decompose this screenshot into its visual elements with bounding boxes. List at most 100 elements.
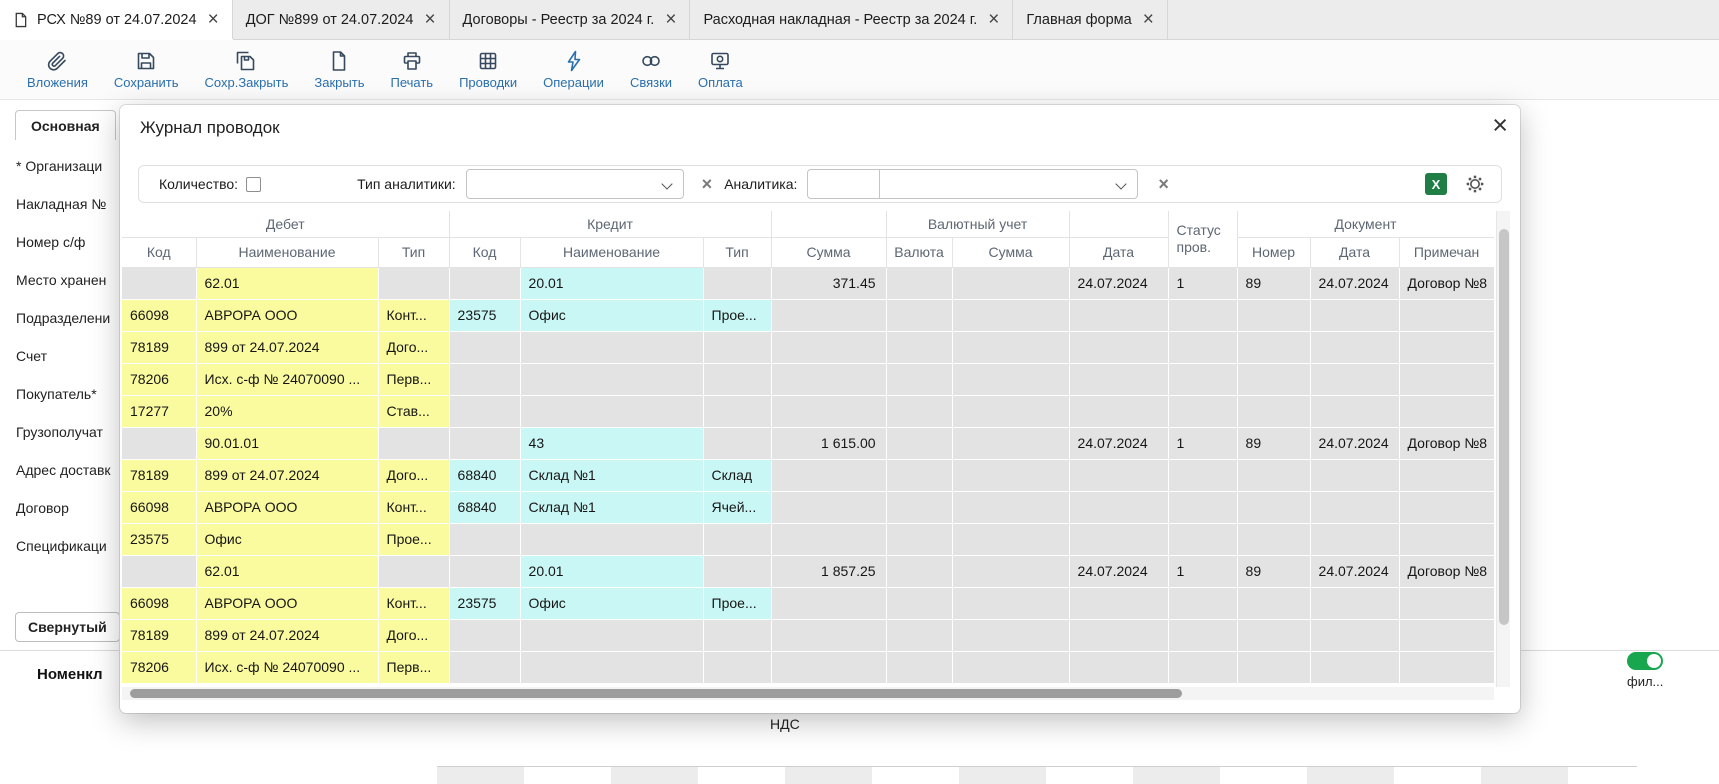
clear-type-icon[interactable]: × (702, 175, 713, 193)
posting-cell (703, 395, 771, 427)
posting-cell (703, 267, 771, 299)
save-button[interactable]: Сохранить (101, 47, 192, 90)
print-button[interactable]: Печать (377, 47, 446, 90)
table-column-header: Номер (1237, 237, 1310, 267)
window-tab-bar: РСХ №89 от 24.07.2024 × ДОГ №899 от 24.0… (0, 0, 1719, 40)
table-group-header: Документ (1237, 211, 1494, 237)
posting-cell (1168, 363, 1237, 395)
posting-cell (378, 267, 449, 299)
posting-cell (449, 267, 520, 299)
window-tab-rsx[interactable]: РСХ №89 от 24.07.2024 × (0, 0, 233, 39)
filter-toggle-label: фил... (1627, 674, 1663, 689)
payment-button[interactable]: Оплата (685, 47, 756, 90)
tab-close-icon[interactable]: × (1143, 10, 1154, 29)
posting-row[interactable]: 23575ОфисПрое... (122, 523, 1494, 555)
posting-cell (1237, 299, 1310, 331)
posting-row[interactable]: 1727720%Став... (122, 395, 1494, 427)
form-field-label: Номер с/ф (16, 223, 120, 261)
window-tab-contracts[interactable]: Договоры - Реестр за 2024 г. × (450, 0, 691, 39)
posting-cell (520, 619, 703, 651)
table-column-header: Тип (703, 237, 771, 267)
posting-cell (771, 587, 886, 619)
posting-cell (1399, 491, 1494, 523)
posting-row[interactable]: 78206Исх. с-ф № 24070090 ...Перв... (122, 363, 1494, 395)
save-close-button[interactable]: Сохр.Закрыть (192, 47, 302, 90)
posting-cell (1069, 619, 1168, 651)
horizontal-scrollbar-thumb[interactable] (130, 689, 1182, 698)
gear-icon[interactable] (1465, 174, 1485, 194)
posting-row[interactable]: 66098АВРОРА ОООКонт...68840Склад №1Ячей.… (122, 491, 1494, 523)
posting-row[interactable]: 62.0120.01371.4524.07.202418924.07.2024Д… (122, 267, 1494, 299)
posting-cell (520, 651, 703, 683)
operations-button[interactable]: Операции (530, 47, 617, 90)
posting-cell (771, 459, 886, 491)
posting-cell (771, 395, 886, 427)
dialog-close-icon[interactable]: × (1492, 109, 1508, 141)
posting-cell (1399, 523, 1494, 555)
attachments-button[interactable]: Вложения (14, 47, 101, 90)
tab-close-icon[interactable]: × (424, 10, 435, 29)
posting-cell (378, 555, 449, 587)
vertical-scrollbar-thumb[interactable] (1499, 229, 1509, 625)
links-button[interactable]: Связки (617, 47, 685, 90)
tab-close-icon[interactable]: × (665, 10, 676, 29)
posting-cell (449, 363, 520, 395)
items-table-strip (437, 766, 1637, 784)
posting-cell (1310, 523, 1399, 555)
posting-cell (952, 299, 1069, 331)
clear-analytics-icon[interactable]: × (1158, 175, 1169, 193)
table-column-header: Наименование (520, 237, 703, 267)
close-button[interactable]: Закрыть (301, 47, 377, 90)
quantity-checkbox[interactable] (246, 177, 261, 192)
posting-cell (952, 523, 1069, 555)
posting-cell (1168, 491, 1237, 523)
posting-cell (952, 491, 1069, 523)
posting-cell: 78189 (122, 331, 196, 363)
chain-icon (639, 47, 663, 74)
vertical-scrollbar[interactable] (1496, 211, 1510, 687)
posting-cell: Дого... (378, 331, 449, 363)
posting-row[interactable]: 90.01.01431 615.0024.07.202418924.07.202… (122, 427, 1494, 459)
tab-label: Главная форма (1026, 12, 1131, 28)
posting-cell (886, 395, 952, 427)
tab-close-icon[interactable]: × (208, 10, 219, 29)
filter-toggle[interactable] (1627, 652, 1663, 670)
analytics-code-input[interactable] (808, 170, 880, 198)
posting-cell: Офис (520, 299, 703, 331)
postings-journal-dialog: Журнал проводок × Количество: Тип аналит… (120, 105, 1520, 713)
posting-cell: 66098 (122, 299, 196, 331)
posting-row[interactable]: 66098АВРОРА ОООКонт...23575ОфисПрое... (122, 299, 1494, 331)
postings-button[interactable]: Проводки (446, 47, 530, 90)
posting-cell (886, 459, 952, 491)
posting-row[interactable]: 78206Исх. с-ф № 24070090 ...Перв... (122, 651, 1494, 683)
posting-cell: 20% (196, 395, 378, 427)
posting-cell (1399, 587, 1494, 619)
posting-cell (1310, 619, 1399, 651)
posting-row[interactable]: 78189899 от 24.07.2024Дого... (122, 331, 1494, 363)
posting-cell: 43 (520, 427, 703, 459)
posting-cell (1168, 523, 1237, 555)
posting-row[interactable]: 78189899 от 24.07.2024Дого...68840Склад … (122, 459, 1494, 491)
window-tab-invoice-registry[interactable]: Расходная накладная - Реестр за 2024 г. … (690, 0, 1013, 39)
posting-cell (1237, 619, 1310, 651)
posting-row[interactable]: 62.0120.011 857.2524.07.202418924.07.202… (122, 555, 1494, 587)
posting-cell: Перв... (378, 651, 449, 683)
analytics-combo[interactable] (807, 169, 1138, 199)
posting-row[interactable]: 66098АВРОРА ОООКонт...23575ОфисПрое... (122, 587, 1494, 619)
posting-row[interactable]: 78189899 от 24.07.2024Дого... (122, 619, 1494, 651)
posting-cell (1310, 395, 1399, 427)
nomenclature-section-title: Номенкл (37, 666, 103, 683)
excel-export-button[interactable]: X (1425, 173, 1447, 195)
lightning-icon (562, 47, 586, 74)
horizontal-scrollbar[interactable] (122, 687, 1494, 700)
window-tab-dog[interactable]: ДОГ №899 от 24.07.2024 × (233, 0, 450, 39)
form-tab-main[interactable]: Основная (15, 110, 116, 140)
tab-close-icon[interactable]: × (988, 10, 999, 29)
analytics-select[interactable] (880, 170, 1137, 198)
analytics-type-select[interactable] (466, 169, 684, 199)
collapsed-panel-button[interactable]: Свернутый (15, 612, 120, 642)
table-column-header: Сумма (952, 237, 1069, 267)
window-tab-main-form[interactable]: Главная форма × (1013, 0, 1167, 39)
posting-cell (1237, 395, 1310, 427)
posting-cell (449, 427, 520, 459)
